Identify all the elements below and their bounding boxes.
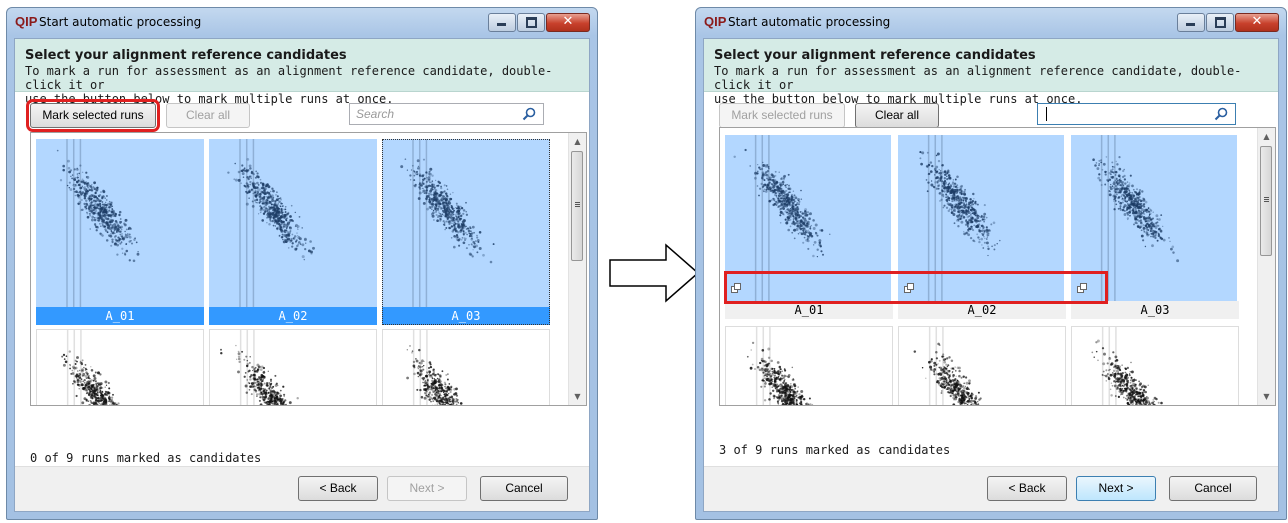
window-title: Start automatic processing [728,15,891,29]
run-thumbnail-grid[interactable]: A_01 A_02 A_03 ▲ ▼ [30,132,587,406]
dialog-before: QIP Start automatic processing ✕ Select … [6,7,598,520]
maximize-button[interactable] [517,13,545,32]
close-button[interactable]: ✕ [1235,13,1279,32]
close-icon: ✕ [1251,14,1263,29]
wizard-footer: < Back Next > Cancel [704,466,1278,511]
run-thumbnail-grid[interactable]: A_01 A_02 A_03 ▲ ▼ [719,127,1276,406]
run-thumbnail [382,139,550,307]
close-button[interactable]: ✕ [546,13,590,32]
run-tile[interactable] [725,326,893,405]
text-caret [1046,107,1047,121]
window-title: Start automatic processing [39,15,202,29]
scroll-thumb[interactable] [1260,146,1272,256]
page-title: Select your alignment reference candidat… [25,48,347,63]
maximize-button[interactable] [1206,13,1234,32]
description-line: To mark a run for assessment as an align… [25,64,553,92]
run-tile[interactable] [209,329,377,405]
marker-highlight-box [724,271,1108,304]
vertical-scrollbar[interactable]: ▲ ▼ [1257,128,1275,405]
grip-icon [575,202,580,203]
run-label: A_02 [209,307,377,325]
title-bar: QIP Start automatic processing ✕ [7,8,597,38]
wizard-footer: < Back Next > Cancel [15,466,589,511]
scroll-down-arrow-icon[interactable]: ▼ [569,388,586,405]
run-thumbnail [209,139,377,307]
run-tile[interactable] [36,329,204,405]
back-button[interactable]: < Back [298,476,378,501]
run-thumbnail [1072,327,1238,405]
close-icon: ✕ [562,14,574,29]
run-thumbnail [37,330,203,405]
run-tile[interactable] [382,329,550,405]
clear-all-button[interactable]: Clear all [855,103,939,128]
search-input[interactable] [1037,103,1236,125]
maximize-icon [526,17,537,28]
app-logo: QIP [704,14,727,29]
candidate-status: 0 of 9 runs marked as candidates [30,451,262,465]
run-tile[interactable] [1071,326,1239,405]
run-tile-a01[interactable]: A_01 [36,139,204,325]
minimize-icon [1186,23,1195,26]
dialog-client: Select your alignment reference candidat… [14,38,590,512]
transition-arrow-icon [609,243,700,303]
run-tile-a03[interactable]: A_03 [382,139,550,325]
next-button[interactable]: Next > [1076,476,1156,501]
mark-selected-runs-button[interactable]: Mark selected runs [719,103,845,128]
search-icon[interactable] [521,106,537,122]
back-button[interactable]: < Back [987,476,1067,501]
scroll-down-arrow-icon[interactable]: ▼ [1258,388,1275,405]
dialog-after: QIP Start automatic processing ✕ Select … [695,7,1287,520]
scroll-thumb[interactable] [571,151,583,261]
run-tile-a02[interactable]: A_02 [209,139,377,325]
minimize-button[interactable] [1177,13,1205,32]
cancel-button[interactable]: Cancel [1169,476,1257,501]
scroll-up-arrow-icon[interactable]: ▲ [1258,128,1275,145]
run-tile[interactable] [898,326,1066,405]
run-label: A_03 [382,307,550,325]
search-icon[interactable] [1213,106,1229,122]
app-logo: QIP [15,14,38,29]
run-thumbnail [726,327,892,405]
maximize-icon [1215,17,1226,28]
grip-icon [1264,197,1269,198]
run-thumbnail [210,330,376,405]
description-line: To mark a run for assessment as an align… [714,64,1242,92]
next-button[interactable]: Next > [387,476,467,501]
run-label: A_01 [36,307,204,325]
vertical-scrollbar[interactable]: ▲ ▼ [568,133,586,405]
toolbar: Mark selected runs Clear all [704,92,1278,132]
run-thumbnail [383,330,549,405]
title-bar: QIP Start automatic processing ✕ [696,8,1286,38]
minimize-icon [497,23,506,26]
cancel-button[interactable]: Cancel [480,476,568,501]
page-title: Select your alignment reference candidat… [714,48,1036,63]
scroll-up-arrow-icon[interactable]: ▲ [569,133,586,150]
wizard-header: Select your alignment reference candidat… [704,39,1278,106]
toolbar: Mark selected runs Clear all Search [15,92,589,132]
dialog-client: Select your alignment reference candidat… [703,38,1279,512]
clear-all-button[interactable]: Clear all [166,103,250,128]
candidate-status: 3 of 9 runs marked as candidates [719,443,951,457]
run-thumbnail [36,139,204,307]
search-placeholder: Search [356,107,395,121]
run-thumbnail [899,327,1065,405]
search-input[interactable]: Search [349,103,544,125]
wizard-header: Select your alignment reference candidat… [15,39,589,106]
mark-selected-runs-button[interactable]: Mark selected runs [26,99,160,132]
minimize-button[interactable] [488,13,516,32]
